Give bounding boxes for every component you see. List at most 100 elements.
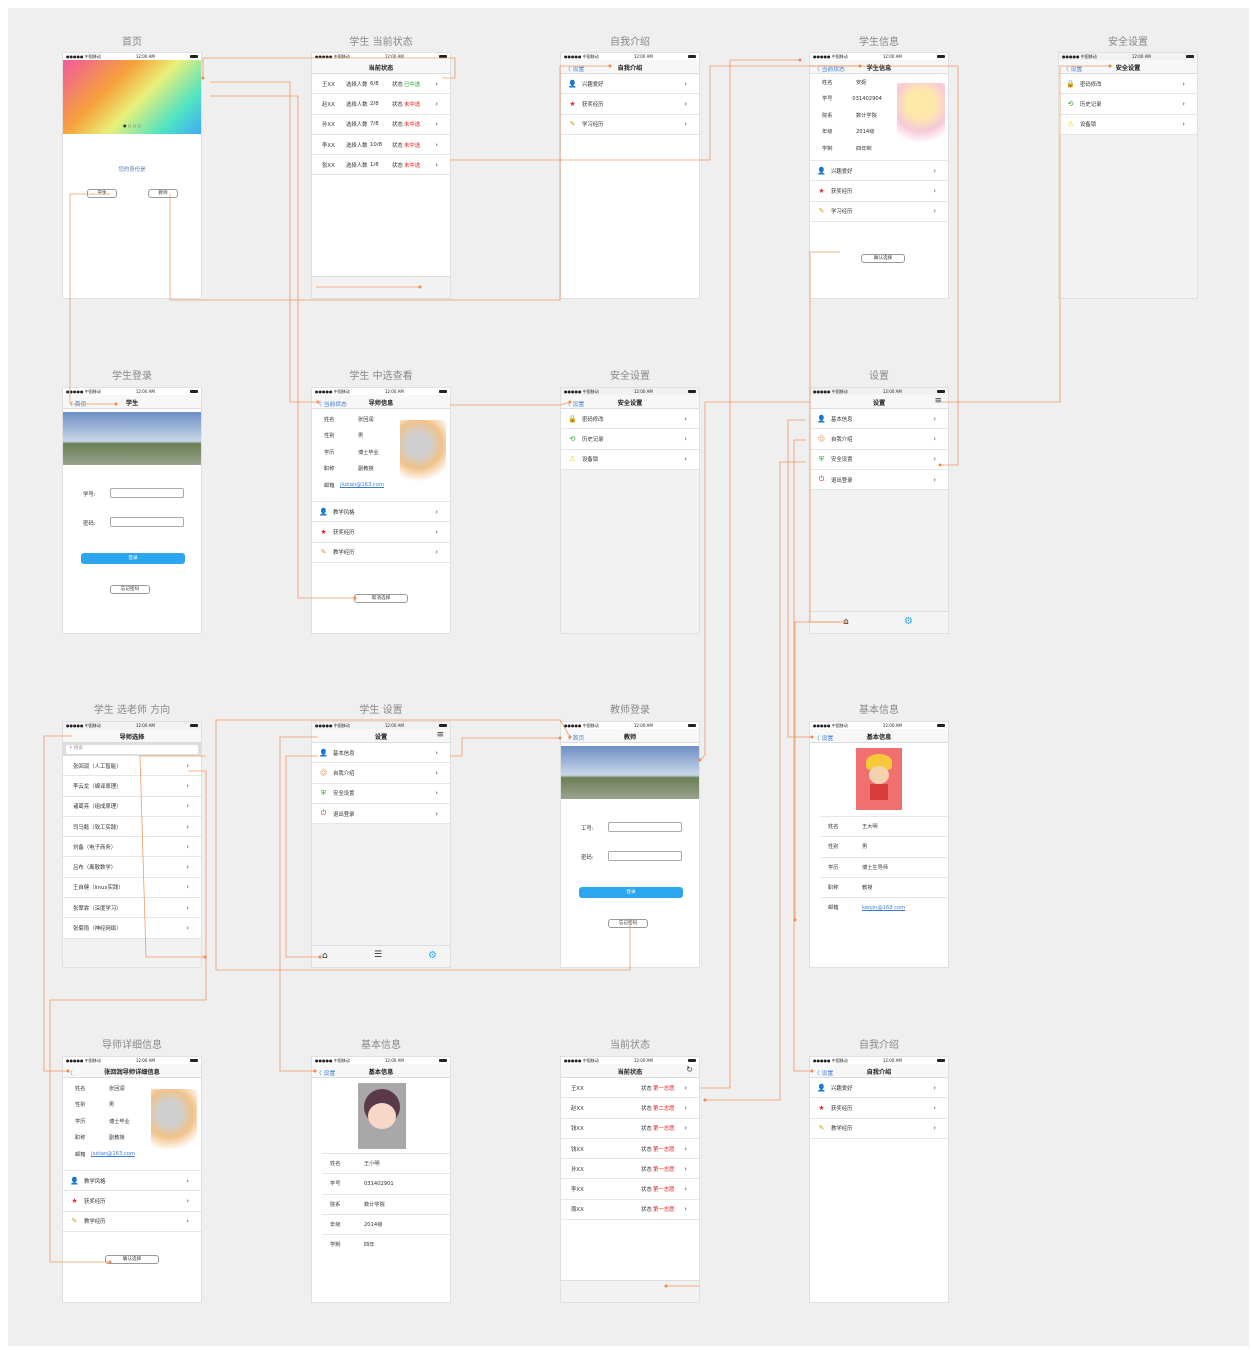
login-button[interactable]: 登录 xyxy=(579,887,683,898)
teacher-list-item[interactable]: 吕布（离散数学） › xyxy=(63,857,201,878)
teacher-list-item[interactable]: 司马懿（软工实践） › xyxy=(63,817,201,838)
list-item[interactable]: ✎ 学习经历 › xyxy=(561,115,699,135)
list-item[interactable]: 👤 兴趣爱好 › xyxy=(810,161,948,182)
field-label: 学号 xyxy=(822,96,833,103)
student-name: 王XX xyxy=(571,1085,584,1092)
gear-icon[interactable]: ⚙ xyxy=(904,616,913,627)
confirm-button[interactable]: 确认选择 xyxy=(861,254,905,263)
chevron-right-icon: › xyxy=(933,1083,936,1092)
login-button[interactable]: 登录 xyxy=(81,553,185,564)
confirm-button[interactable]: 确认选择 xyxy=(105,1255,159,1264)
list-item[interactable]: ⛨ 安全设置 › xyxy=(312,784,450,804)
field-value[interactable]: kenjin@163.com xyxy=(862,905,948,911)
field-value[interactable]: jiutian@163.com xyxy=(91,1151,135,1157)
password-input[interactable] xyxy=(110,517,184,527)
list-item[interactable]: 👤 兴趣爱好 › xyxy=(810,1078,948,1099)
info-row: 姓名 张回润 xyxy=(63,1080,135,1097)
teacher-button[interactable]: 教师 xyxy=(148,189,178,198)
teacher-list-item[interactable]: 李云龙（编译原理） › xyxy=(63,776,201,797)
list-item-label: 获奖经历 xyxy=(831,1105,853,1112)
list-item[interactable]: 👤 教学风格 › xyxy=(312,502,450,523)
table-row[interactable]: 赵XX 状态 第二志愿 › xyxy=(561,1098,699,1119)
list-item[interactable]: ☺ 自我介绍 › xyxy=(312,763,450,784)
table-row[interactable]: 孙XX 状态 第一志愿 › xyxy=(561,1159,699,1180)
teacher-list-item[interactable]: 诸葛亮（组成原理） › xyxy=(63,797,201,817)
home-icon[interactable]: ⌂ xyxy=(322,951,328,961)
field-value[interactable]: jiutian@163.com xyxy=(340,482,384,488)
chevron-right-icon: › xyxy=(186,761,189,770)
screen-title-login: 学生登录 xyxy=(112,371,152,382)
teacher-list-item[interactable]: 张回润（人工智能） › xyxy=(63,756,201,777)
list-item[interactable]: ★ 获奖经历 › xyxy=(312,522,450,543)
list-icon[interactable]: ☰ xyxy=(374,950,382,960)
list-item[interactable]: ⛨ 安全设置 › xyxy=(810,450,948,470)
list-item-label: 历史记录 xyxy=(582,436,604,443)
forgot-password-button[interactable]: 忘记密码 xyxy=(110,585,150,594)
student-id-input[interactable] xyxy=(110,488,184,498)
student-name: 赵XX xyxy=(322,101,335,108)
chevron-right-icon: › xyxy=(933,475,936,484)
gear-icon[interactable]: ⚙ xyxy=(428,950,437,961)
student-button[interactable]: 学生 xyxy=(87,189,117,198)
search-input[interactable]: ⚲ 搜索 xyxy=(66,745,198,754)
list-item[interactable]: ★ 获奖经历 › xyxy=(63,1191,201,1212)
info-row: 职称 教授 xyxy=(820,876,948,897)
list-item[interactable]: ⚠ 设备锁 › xyxy=(1059,115,1197,135)
list-item[interactable]: ✎ 教学经历 › xyxy=(312,543,450,563)
info-row: 性别 男 xyxy=(63,1097,135,1114)
list-item[interactable]: ☺ 自我介绍 › xyxy=(810,429,948,450)
table-row[interactable]: 张XX 选择人数 1/8 状态 未中选 › xyxy=(312,155,450,176)
forgot-password-button[interactable]: 忘记密码 xyxy=(608,919,648,928)
password-input[interactable] xyxy=(608,851,682,861)
menu-icon[interactable]: ≡ xyxy=(436,730,444,740)
teacher-list-item[interactable]: 王自健（linux实践） › xyxy=(63,878,201,899)
list-item[interactable]: ⏻ 退出登录 › xyxy=(312,804,450,825)
list-item[interactable]: ★ 获奖经历 › xyxy=(810,1098,948,1119)
lock-icon: 🔒 xyxy=(1066,79,1075,88)
list-item[interactable]: ★ 获奖经历 › xyxy=(810,181,948,202)
field-value: 2014级 xyxy=(856,129,875,136)
table-row[interactable]: 钱XX 状态 第一志愿 › xyxy=(561,1119,699,1139)
field-value: 四年 xyxy=(364,1242,375,1249)
table-row[interactable]: 王XX 状态 第一志愿 › xyxy=(561,1078,699,1099)
list-item[interactable]: 🔒 密码修改 › xyxy=(1059,74,1197,95)
table-row[interactable]: 李XX 选择人数 10/8 状态 未中选 › xyxy=(312,135,450,156)
list-item[interactable]: ⟲ 历史记录 › xyxy=(1059,94,1197,115)
list-item[interactable]: 👤 基本信息 › xyxy=(312,743,450,764)
chevron-right-icon: › xyxy=(435,809,438,818)
chevron-right-icon: › xyxy=(933,434,936,443)
list-item[interactable]: ⚠ 设备锁 › xyxy=(561,450,699,470)
field-value: 副教授 xyxy=(358,466,374,473)
home-icon[interactable]: ⌂ xyxy=(843,617,849,627)
list-item[interactable]: 👤 基本信息 › xyxy=(810,409,948,430)
page-dots[interactable]: ● ○ ○ ○ xyxy=(63,123,201,128)
chevron-right-icon: › xyxy=(684,1185,687,1194)
list-item[interactable]: ✎ 学习经历 › xyxy=(810,202,948,222)
list-item[interactable]: ⏻ 退出登录 › xyxy=(810,470,948,491)
list-item[interactable]: ✎ 教学经历 › xyxy=(810,1119,948,1139)
list-item[interactable]: ★ 获奖经历 › xyxy=(561,94,699,115)
table-row[interactable]: 钱XX 状态 第一志愿 › xyxy=(561,1139,699,1160)
teacher-list-item[interactable]: 张菊雨（神经网络） › xyxy=(63,918,201,939)
table-row[interactable]: 赵XX 选择人数 2/8 状态 未中选 › xyxy=(312,94,450,115)
list-item[interactable]: 👤 教学风格 › xyxy=(63,1171,201,1192)
cancel-selection-button[interactable]: 取消选择 xyxy=(354,594,408,603)
table-row[interactable]: 周XX 状态 第一志愿 › xyxy=(561,1200,699,1221)
teacher-list-item[interactable]: 张翠霏（深度学习） › xyxy=(63,898,201,919)
smile-icon: ☺ xyxy=(817,434,826,443)
table-row[interactable]: 孙XX 选择人数 7/8 状态 未中选 › xyxy=(312,115,450,135)
staff-id-input[interactable] xyxy=(608,822,682,832)
shield-icon: ⛨ xyxy=(320,788,327,797)
teacher-list-item[interactable]: 刘备（电子商务） › xyxy=(63,837,201,858)
table-row[interactable]: 李XX 状态 第一志愿 › xyxy=(561,1179,699,1200)
list-item[interactable]: ⟲ 历史记录 › xyxy=(561,429,699,450)
menu-icon[interactable]: ≡ xyxy=(934,396,942,406)
refresh-icon[interactable]: ↻ xyxy=(686,1065,693,1074)
list-item[interactable]: 🔒 密码修改 › xyxy=(561,409,699,430)
chevron-right-icon: › xyxy=(435,748,438,757)
list-item[interactable]: ✎ 教学经历 › xyxy=(63,1212,201,1232)
table-row[interactable]: 王XX 选择人数 6/8 状态 已中选 › xyxy=(312,74,450,95)
preference-value: 第一志愿 xyxy=(653,1146,675,1153)
list-item[interactable]: 👤 兴趣爱好 › xyxy=(561,74,699,95)
teacher-name: 王自健（linux实践） xyxy=(73,885,124,892)
